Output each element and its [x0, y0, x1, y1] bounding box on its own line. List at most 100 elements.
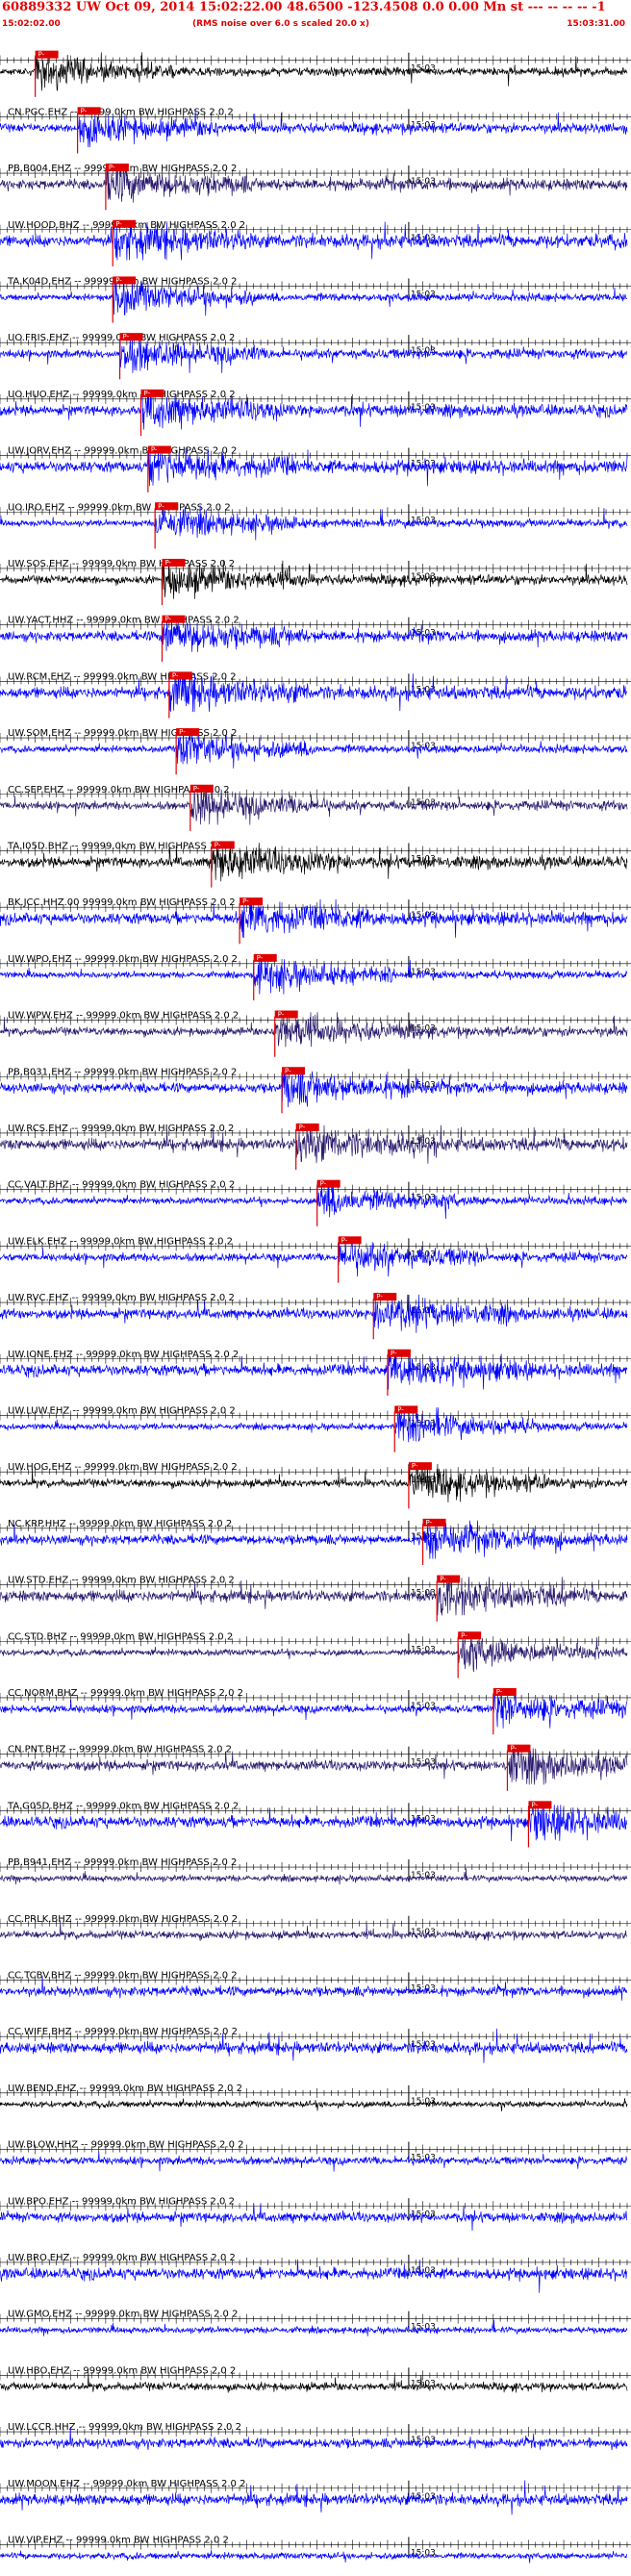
waveform [0, 1868, 628, 1885]
trace-label: UW.ELK.EHZ -- 99999.0km BW HIGHPASS 2.0 … [8, 1236, 233, 1247]
trace-38: 15:03UW.BPO.EHZ -- 99999.0km BW HIGHPASS… [0, 2196, 631, 2232]
pick-label: P- [81, 107, 88, 114]
minute-mark-label: 15:03 [411, 2548, 436, 2558]
pick-label: P- [109, 164, 115, 171]
trace-30: 15:03CN.PNT.BHZ -- 99999.0km BW HIGHPASS… [0, 1744, 631, 1791]
pick-label: P- [257, 954, 264, 962]
pick-label: P- [151, 446, 158, 454]
trace-34: 15:03CC.TCBV.BHZ -- 99999.0km BW HIGHPAS… [0, 1970, 631, 2001]
trace-4: 15:03TA.K04D.EHZ -- 99999.0km BW HIGHPAS… [0, 276, 631, 323]
trace-label: CC.WIFE.BHZ -- 99999.0km BW HIGHPASS 2.0… [8, 2027, 238, 2037]
pick-label: P- [376, 1293, 383, 1301]
trace-37: 15:03UW.BLOW.HHZ -- 99999.0km BW HIGHPAS… [0, 2140, 631, 2172]
trace-36: 15:03UW.BEND.EHZ -- 99999.0km BW HIGHPAS… [0, 2084, 631, 2111]
pick-label: P- [242, 897, 249, 905]
trace-label: UW.RVC.EHZ -- 99999.0km BW HIGHPASS 2.0 … [8, 1293, 235, 1303]
pick-label: P- [299, 1124, 306, 1131]
trace-42: 15:03UW.LCCR.HHZ -- 99999.0km BW HIGHPAS… [0, 2422, 631, 2451]
trace-21: 15:03UW.ELK.EHZ -- 99999.0km BW HIGHPASS… [0, 1236, 631, 1283]
header: 60889332 UW Oct 09, 2014 15:02:22.00 48.… [0, 0, 631, 33]
waveform [0, 52, 628, 91]
trace-11: 15:03UW.RCM.EHZ -- 99999.0km BW HIGHPASS… [0, 671, 631, 719]
pick-label: P- [285, 1067, 291, 1074]
trace-8: 15:03UO.IRO.EHZ -- 99999.0km BW HIGHPASS… [0, 502, 631, 549]
waveform [0, 2203, 628, 2232]
trace-label: PB.B941.EHZ -- 99999.0km BW HIGHPASS 2.0… [8, 1857, 237, 1868]
pick-label: P- [341, 1236, 348, 1244]
trace-13: 15:03CC.SEP.EHZ -- 99999.0km BW HIGHPASS… [0, 784, 631, 831]
trace-16: 15:03UW.WPO.EHZ -- 99999.0km BW HIGHPASS… [0, 953, 631, 1001]
trace-2: 15:03PB.B004.EHZ -- 99999.0km BW HIGHPAS… [0, 164, 631, 211]
pick-label: P- [193, 785, 200, 793]
trace-label: UW.SOM.EHZ -- 99999.0km BW HIGHPASS 2.0 … [8, 728, 237, 739]
pick-label: P- [531, 1801, 538, 1808]
trace-28: 15:03 CC.STD.BHZ -- 99999.0km BW HIGHPASS… [0, 1631, 631, 1679]
trace-17: 15:03UW.WPW.EHZ -- 99999.0km BW HIGHPASS… [0, 1010, 631, 1057]
trace-25: 15:03UW.HOG.EHZ -- 99999.0km BW HIGHPASS… [0, 1462, 631, 1509]
trace-label: UW.GMO.EHZ -- 99999.0km BW HIGHPASS 2.0 … [8, 2310, 238, 2320]
trace-40: 15:03UW.GMO.EHZ -- 99999.0km BW HIGHPASS… [0, 2310, 631, 2336]
rms-note: (RMS noise over 6.0 s scaled 20.0 x) [192, 19, 369, 29]
trace-label: UW.BLOW.HHZ -- 99999.0km BW HIGHPASS 2.0… [8, 2140, 244, 2151]
trace-label: UW.BEND.EHZ -- 99999.0km BW HIGHPASS 2.0… [8, 2084, 242, 2094]
trace-22: 15:03UW.RVC.EHZ -- 99999.0km BW HIGHPASS… [0, 1293, 631, 1340]
trace-label: UW.VIP.EHZ -- 99999.0km BW HIGHPASS 2.0 … [8, 2535, 229, 2545]
waveform [0, 2151, 628, 2172]
trace-15: 15:03BK.JCC.HHZ.00 99999.0km BW HIGHPASS… [0, 897, 631, 945]
trace-label: UW.HOG.EHZ -- 99999.0km BW HIGHPASS 2.0 … [8, 1462, 238, 1473]
waveform [0, 2319, 628, 2336]
pick-label: P- [115, 220, 122, 228]
pick-label: P- [158, 502, 164, 510]
trace-33: 15:03CC.PRLK.BHZ -- 99999.0km BW HIGHPAS… [0, 1914, 631, 1941]
waveform [0, 2098, 628, 2111]
waveform [0, 2259, 628, 2293]
trace-label: NC.KRP.HHZ -- 99999.0km BW HIGHPASS 2.0 … [8, 1519, 232, 1529]
pick-label: P- [496, 1688, 503, 1696]
trace-0: 15:03 P- [0, 50, 631, 97]
pick-label: P- [320, 1180, 327, 1188]
pick-label: P- [510, 1745, 517, 1753]
trace-41: 15:03UW.HBO.EHZ -- 99999.0km BW HIGHPASS… [0, 2365, 631, 2393]
trace-43: 15:03UW.MOON.EHZ -- 99999.0km BW HIGHPAS… [0, 2479, 631, 2515]
pick-label: P- [144, 390, 151, 397]
waveform [0, 2550, 628, 2563]
event-title: 60889332 UW Oct 09, 2014 15:02:22.00 48.… [2, 0, 606, 14]
pick-label: P- [412, 1462, 418, 1470]
trace-label: UW.BRO.EHZ -- 99999.0km BW HIGHPASS 2.0 … [8, 2253, 236, 2263]
trace-18: 15:03PB.B031.EHZ -- 99999.0km BW HIGHPAS… [0, 1067, 631, 1114]
pick-label: P- [179, 728, 186, 736]
pick-label: P- [38, 51, 45, 59]
trace-label: TA.I05D.BHZ -- 99999.0km BW HIGHPASS 2.0… [7, 841, 234, 851]
pick-label: P- [115, 276, 122, 284]
trace-5: 15:03UO.FRIS.EHZ -- 99999.0km BW HIGHPAS… [0, 333, 631, 380]
trace-label: CN.PNT.BHZ -- 99999.0km BW HIGHPASS 2.0 … [8, 1745, 232, 1755]
trace-24: 15:03UW.LUW.EHZ -- 99999.0km BW HIGHPASS… [0, 1405, 631, 1452]
trace-label: CC.STD.BHZ -- 99999.0km BW HIGHPASS 2.0 … [8, 1631, 233, 1642]
trace-31: 15:03TA.G05D.BHZ -- 99999.0km BW HIGHPAS… [0, 1801, 631, 1848]
trace-3: 15:03UW.HOOD.BHZ -- 99999.0km BW HIGHPAS… [0, 219, 631, 266]
pick-label: P- [164, 559, 171, 567]
trace-1: 15:03CN.PGC.EHZ -- 99999.0km BW HIGHPASS… [0, 107, 631, 154]
trace-label: TA.G05D.BHZ -- 99999.0km BW HIGHPASS 2.0… [7, 1801, 239, 1811]
end-time-label: 15:03:31.00 [567, 19, 625, 29]
trace-6: 15:03UO.HUO.EHZ -- 99999.0km BW HIGHPASS… [0, 389, 631, 437]
minute-mark-label: 15:03 [411, 64, 436, 74]
trace-29: 15:03CC.NORM.BHZ -- 99999.0km BW HIGHPAS… [0, 1687, 631, 1735]
pick-label: P- [391, 1350, 397, 1357]
trace-label: CC.PRLK.BHZ -- 99999.0km BW HIGHPASS 2.0… [8, 1914, 238, 1925]
trace-label: UW.YACT.HHZ -- 99999.0km BW HIGHPASS 2.0… [8, 616, 240, 626]
trace-label: UW.LUW.EHZ -- 99999.0km BW HIGHPASS 2.0 … [8, 1405, 236, 1416]
trace-label: CN.PGC.EHZ -- 99999.0km BW HIGHPASS 2.0 … [8, 107, 234, 117]
trace-9: 15:03UW.SOS.EHZ -- 99999.0km BW HIGHPASS… [0, 558, 631, 606]
pick-label: P- [172, 671, 179, 679]
trace-label: UW.LCCR.HHZ -- 99999.0km BW HIGHPASS 2.0… [8, 2422, 241, 2433]
trace-26: 15:03NC.KRP.HHZ -- 99999.0km BW HIGHPASS… [0, 1518, 631, 1566]
pick-label: P- [164, 616, 171, 623]
seismogram-plot: 15:03P-15:03CN.PGC.EHZ -- 99999.0km BW H… [0, 50, 631, 2563]
trace-label: UW.MOON.EHZ -- 99999.0km BW HIGHPASS 2.0… [8, 2479, 245, 2489]
trace-label: UW.STD.EHZ -- 99999.0km BW HIGHPASS 2.0 … [8, 1576, 235, 1586]
pick-label: P- [215, 841, 221, 848]
pick-label: P- [426, 1519, 433, 1527]
trace-label: CC.NORM.BHZ -- 99999.0km BW HIGHPASS 2.0… [8, 1688, 243, 1699]
trace-19: 15:03UW.RCS.EHZ -- 99999.0km BW HIGHPASS… [0, 1123, 631, 1171]
